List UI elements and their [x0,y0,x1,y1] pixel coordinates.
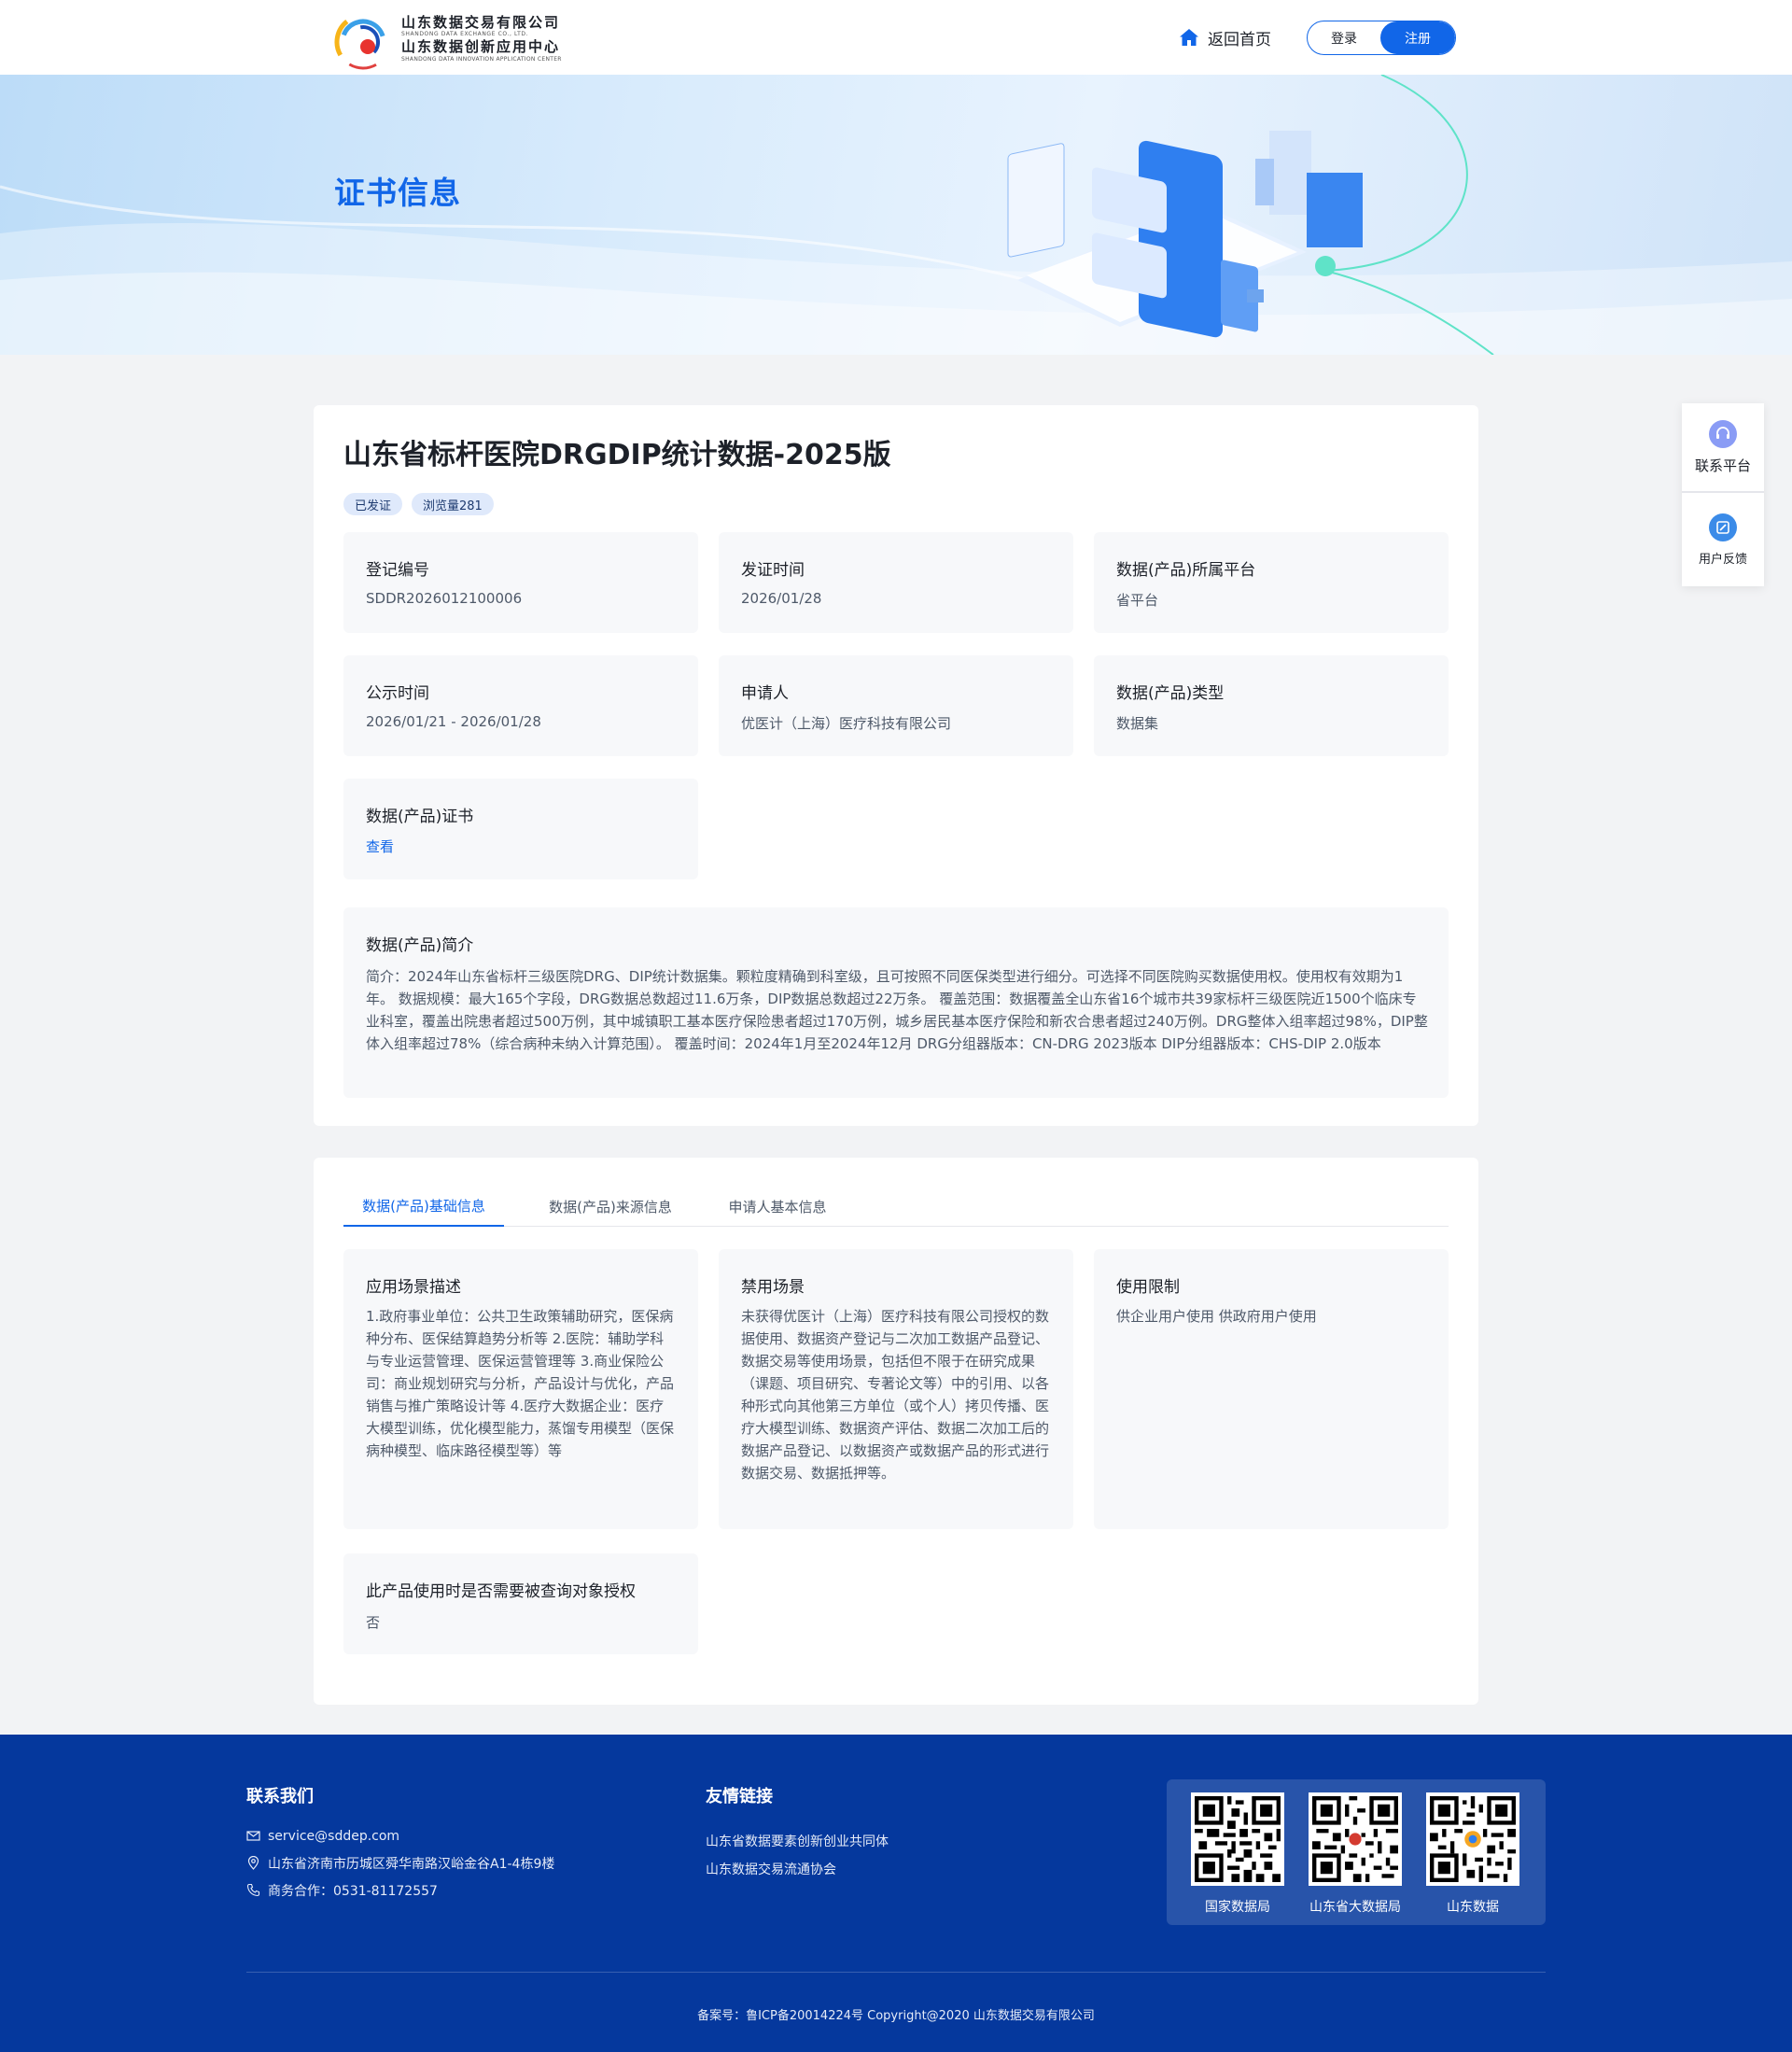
tab-basic-info[interactable]: 数据(产品)基础信息 [343,1186,504,1227]
back-home-link[interactable]: 返回首页 [1178,24,1271,50]
company-logo[interactable]: 山东数据交易有限公司 SHANDONG DATA EXCHANGE CO., L… [334,13,577,71]
user-feedback-label: 用户反馈 [1698,552,1747,567]
field-label: 数据(产品)证书 [366,808,474,826]
register-button[interactable]: 注册 [1380,21,1455,54]
qr-shandong-big-data-bureau: 山东省大数据局 [1309,1792,1402,1916]
certificate-info-card: 山东省标杆医院DRGDIP统计数据-2025版 已发证 浏览量281 登记编号 … [314,405,1478,1126]
registration-number-field: 登记编号 SDDR2026012100006 [343,532,698,633]
phone-row: 商务合作：0531-81172557 [246,1876,554,1904]
auth-switch: 登录 注册 [1307,21,1456,55]
application-scenario-section: 应用场景描述 1.政府事业单位：公共卫生政策辅助研究，医保病种分布、医保结算趋势… [343,1249,698,1529]
intro-text: 简介：2024年山东省标杆三级医院DRG、DIP统计数据集。颗粒度精确到科室级，… [366,968,1428,1052]
issued-status-badge: 已发证 [343,493,403,515]
email-row: service@sddep.com [246,1822,554,1849]
location-pin-icon [247,1856,259,1870]
floating-sidebar: 联系平台 用户反馈 [1682,403,1764,586]
authorization-required-section: 此产品使用时是否需要被查询对象授权 否 [343,1553,698,1654]
detail-tabs-card: 数据(产品)基础信息 数据(产品)来源信息 申请人基本信息 应用场景描述 1.政… [314,1158,1478,1705]
applicant-field: 申请人 优医计（上海）医疗科技有限公司 [719,655,1073,756]
link-data-trade-association[interactable]: 山东数据交易流通协会 [706,1856,889,1884]
publicity-period-field: 公示时间 2026/01/21 - 2026/01/28 [343,655,698,756]
banner-wave-decoration [0,75,1792,355]
contact-us-title: 联系我们 [246,1787,314,1806]
section-label: 使用限制 [1116,1278,1180,1297]
logo-text: 山东数据交易有限公司 SHANDONG DATA EXCHANGE CO., L… [401,14,562,63]
section-text: 供企业用户使用 供政府用户使用 [1116,1308,1317,1325]
login-button[interactable]: 登录 [1308,21,1380,54]
product-title: 山东省标杆医院DRGDIP统计数据-2025版 [343,439,891,471]
section-text: 否 [366,1614,381,1631]
certificate-field: 数据(产品)证书 查看 [343,779,698,879]
view-certificate-link[interactable]: 查看 [366,836,394,856]
field-value: 数据集 [1116,715,1159,732]
home-icon [1180,29,1198,46]
product-intro-section: 数据(产品)简介 简介：2024年山东省标杆三级医院DRG、DIP统计数据集。颗… [343,907,1449,1098]
logo-center-name-en: SHANDONG DATA INNOVATION APPLICATION CEN… [401,56,562,63]
field-value: 2026/01/28 [741,590,822,607]
field-value: 2026/01/21 - 2026/01/28 [366,713,541,730]
email-text[interactable]: service@sddep.com [268,1829,399,1844]
qr-code-icon [1191,1792,1284,1886]
copyright-text: 备案号：鲁ICP备20014224号 Copyright@2020 山东数据交易… [697,2009,1095,2023]
field-label: 公示时间 [366,684,429,703]
section-label: 应用场景描述 [366,1278,461,1297]
edit-icon [1709,513,1737,541]
headset-icon [1709,419,1737,448]
usage-limit-section: 使用限制 供企业用户使用 供政府用户使用 [1094,1249,1449,1529]
field-label: 数据(产品)所属平台 [1116,561,1256,580]
section-label: 此产品使用时是否需要被查询对象授权 [366,1582,636,1601]
address-text: 山东省济南市历城区舜华南路汉峪金谷A1-4栋9楼 [268,1856,555,1872]
tab-applicant-info[interactable]: 申请人基本信息 [717,1186,838,1227]
field-label: 登记编号 [366,561,429,580]
phone-icon [246,1883,260,1897]
view-count-badge: 浏览量281 [412,493,494,515]
page-title: 证书信息 [334,175,461,211]
user-feedback-button[interactable]: 用户反馈 [1682,495,1764,584]
intro-label: 数据(产品)简介 [366,936,474,955]
product-type-field: 数据(产品)类型 数据集 [1094,655,1449,756]
field-value: SDDR2026012100006 [366,590,523,607]
status-tags: 已发证 浏览量281 [343,493,494,515]
qr-label: 国家数据局 [1205,1900,1270,1915]
link-data-innovation-community[interactable]: 山东省数据要素创新创业共同体 [706,1828,889,1856]
platform-field: 数据(产品)所属平台 省平台 [1094,532,1449,633]
back-home-label: 返回首页 [1208,30,1271,49]
logo-company-name: 山东数据交易有限公司 [401,14,561,31]
qr-national-data-bureau: 国家数据局 [1191,1792,1284,1916]
tab-source-info[interactable]: 数据(产品)来源信息 [530,1186,691,1227]
field-value: 省平台 [1116,592,1159,609]
section-text: 1.政府事业单位：公共卫生政策辅助研究，医保病种分布、医保结算趋势分析等 2.医… [366,1308,675,1459]
phone-text: 商务合作：0531-81172557 [268,1883,438,1899]
contact-platform-button[interactable]: 联系平台 [1682,403,1764,493]
site-header: 山东数据交易有限公司 SHANDONG DATA EXCHANGE CO., L… [0,0,1792,75]
qr-shandong-data: 山东数据 [1426,1792,1519,1916]
qr-label: 山东省大数据局 [1309,1900,1401,1915]
logo-company-name-en: SHANDONG DATA EXCHANGE CO., LTD. [401,31,529,37]
friendly-links-title: 友情链接 [706,1787,773,1806]
qr-code-icon [1426,1792,1519,1886]
friendly-links: 山东省数据要素创新创业共同体 山东数据交易流通协会 [706,1828,889,1884]
issue-date-field: 发证时间 2026/01/28 [719,532,1073,633]
contact-info: service@sddep.com 山东省济南市历城区舜华南路汉峪金谷A1-4栋… [246,1822,554,1904]
certificate-illustration [1007,131,1363,338]
prohibited-scenario-section: 禁用场景 未获得优医计（上海）医疗科技有限公司授权的数据使用、数据资产登记与二次… [719,1249,1073,1529]
field-label: 发证时间 [741,561,805,580]
logo-mark-icon [334,13,392,71]
tab-bar: 数据(产品)基础信息 数据(产品)来源信息 申请人基本信息 [343,1186,1449,1227]
site-footer: 联系我们 service@sddep.com 山东省济南市历城区舜华南路汉峪金谷… [0,1735,1792,2052]
page-banner: 证书信息 [0,75,1792,355]
field-value: 优医计（上海）医疗科技有限公司 [741,715,952,732]
address-row: 山东省济南市历城区舜华南路汉峪金谷A1-4栋9楼 [246,1849,554,1876]
section-text: 未获得优医计（上海）医疗科技有限公司授权的数据使用、数据资产登记与二次加工数据产… [741,1308,1050,1482]
section-label: 禁用场景 [741,1278,805,1297]
footer-divider [246,1972,1546,1973]
qr-code-panel: 国家数据局 山东省大数据局 山东数据 [1167,1779,1546,1925]
qr-label: 山东数据 [1447,1900,1499,1915]
logo-center-name: 山东数据创新应用中心 [401,38,561,55]
mail-icon [246,1831,260,1841]
contact-platform-label: 联系平台 [1694,457,1751,474]
field-label: 申请人 [741,684,789,703]
qr-code-icon [1309,1792,1402,1886]
field-label: 数据(产品)类型 [1116,684,1225,703]
